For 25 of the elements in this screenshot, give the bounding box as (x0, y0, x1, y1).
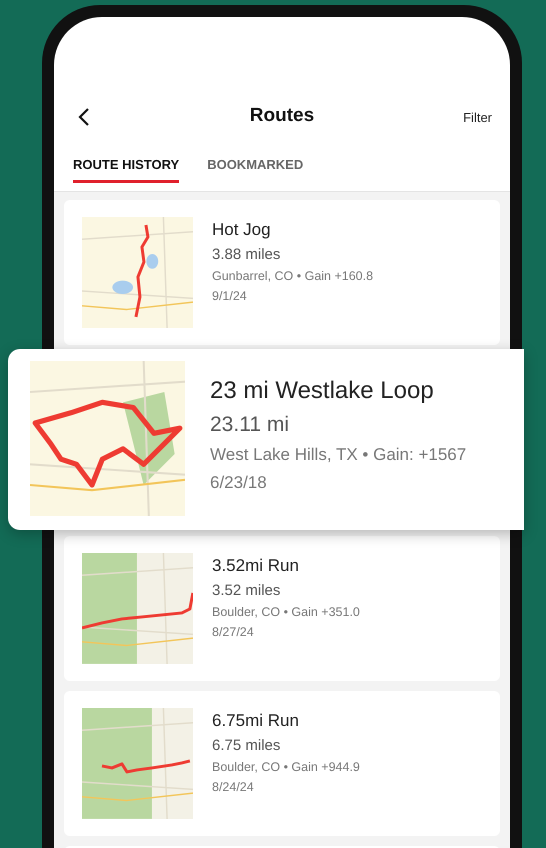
route-date: 9/1/24 (212, 289, 248, 303)
route-location: Boulder, CO • Gain +351.0 (212, 605, 360, 619)
route-date: 6/23/18 (210, 473, 268, 493)
route-location: West Lake Hills, TX • Gain: +1567 (210, 445, 466, 465)
route-name: Hot Jog (212, 220, 272, 240)
route-name: 23 mi Westlake Loop (210, 377, 435, 405)
route-date: 8/24/24 (212, 780, 255, 794)
route-location: Gunbarrel, CO • Gain +160.8 (212, 269, 374, 283)
route-distance: 3.88 miles (212, 246, 282, 263)
route-card[interactable]: 23 mi Westlake Loop 23.11 mi West Lake Hills, TX • Gain: +1567 6/23/18 (8, 349, 524, 530)
route-card[interactable]: Hot Jog 3.88 miles Gunbarrel, CO • Gain +160.8 9/1/24 (64, 200, 500, 345)
route-distance: 23.11 mi (210, 413, 290, 437)
route-distance: 3.52 miles (212, 582, 282, 599)
route-distance: 6.75 miles (212, 737, 282, 754)
tab[interactable]: BOOKMARKED (207, 157, 304, 183)
route-card[interactable]: 3.52mi Run 3.52 miles Boulder, CO • Gain +351.0 8/27/24 (64, 536, 500, 681)
route-location: Boulder, CO • Gain +944.9 (212, 760, 360, 774)
route-name: 3.52mi Run (212, 556, 300, 576)
filter-button[interactable]: Filter (463, 110, 492, 124)
route-card[interactable]: 6.75mi Run 6.75 miles Boulder, CO • Gain +944.9 8/24/24 (64, 691, 500, 836)
route-date: 8/27/24 (212, 625, 255, 639)
route-name: 6.75mi Run (212, 711, 300, 731)
screen-title: Routes (250, 105, 314, 127)
tab[interactable]: ROUTE HISTORY (73, 157, 180, 183)
back-icon[interactable] (78, 107, 90, 127)
